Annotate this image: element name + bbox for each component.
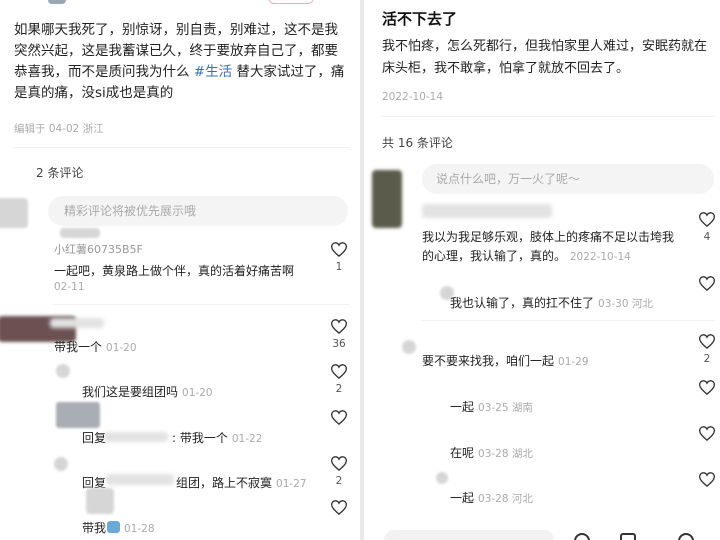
comment-text[interactable]: 一起吧，黄泉路上做个伴，真的活着好痛苦啊: [54, 262, 294, 279]
like-heart-icon[interactable]: [699, 426, 715, 441]
divider: [54, 304, 350, 305]
reply-date: 01-20: [182, 387, 213, 399]
reply-text-content: 我们这是要组团吗: [82, 385, 179, 399]
reply-date: 03-25 湖南: [478, 402, 533, 414]
blurred-overlay: [60, 228, 100, 238]
like-heart-icon[interactable]: [331, 242, 347, 257]
like-count: 2: [703, 353, 711, 365]
reply-prefix: 回复: [82, 431, 107, 445]
reply-avatar: [54, 457, 68, 471]
reply-text-content: 一起: [450, 491, 475, 505]
reply-text[interactable]: 回复 组团，路上不寂寞 01-27: [82, 474, 307, 491]
divider: [422, 320, 714, 321]
reply-text[interactable]: 一起 03-28 河北: [450, 489, 533, 506]
post-body: 如果哪天我死了，别惊讶，别自责，别难过，这不是我突然兴起，这是我蓄谋已久，终于要…: [14, 20, 350, 104]
right-post-screenshot: 活不下去了 我不怕疼，怎么死都行，但我怕家里人难过，安眠药就在床头柜，我不敢拿，…: [364, 0, 720, 540]
like-icon[interactable]: [574, 533, 590, 540]
like-heart-icon[interactable]: [699, 380, 715, 395]
like-heart-icon[interactable]: [331, 500, 347, 515]
reply-text[interactable]: 一起 03-25 湖南: [450, 398, 533, 415]
reply-date: 01-28: [124, 523, 155, 535]
comment-date: 2022-10-14: [569, 251, 631, 263]
reply-text-content: 组团，路上不寂寞: [176, 476, 273, 490]
comment-date: 01-29: [558, 356, 589, 368]
comment-text[interactable]: 要不要来找我，咱们一起 01-29: [422, 352, 589, 369]
like-count: 4: [703, 231, 711, 243]
like-count: 2: [335, 475, 343, 487]
edit-info: 编辑于 04-02 浙江: [14, 123, 104, 135]
bottom-input-bar[interactable]: [384, 530, 554, 540]
like-heart-icon[interactable]: [699, 472, 715, 487]
reply-text[interactable]: 我们这是要组团吗 01-20: [82, 383, 213, 400]
comment-text-content: 我以为我足够乐观，肢体上的疼痛不足以击垮我的心理，我认输了，真的。: [422, 230, 675, 263]
reply-text[interactable]: 回复 : 带我一个 01-22: [82, 429, 262, 446]
reply-avatar: [56, 364, 70, 378]
reply-text[interactable]: 带我 01-28: [82, 519, 155, 536]
comment-username[interactable]: 小红薯60735B5F: [54, 241, 143, 257]
comment-text[interactable]: 带我一个 01-20: [54, 338, 137, 355]
comment-text-content: 带我一个: [54, 340, 103, 354]
reply-text-content: : 带我一个: [172, 431, 228, 445]
comment-text-content: 要不要来找我，咱们一起: [422, 354, 555, 368]
like-count: 2: [335, 383, 343, 395]
comment-date: 02-11: [54, 281, 85, 293]
comment-text[interactable]: 我以为我足够乐观，肢体上的疼痛不足以击垮我的心理，我认输了，真的。 2022-1…: [422, 228, 678, 267]
like-heart-icon[interactable]: [699, 276, 715, 291]
current-user-avatar: [0, 198, 28, 228]
blurred-reply-avatar: [56, 402, 100, 428]
like-heart-icon[interactable]: [331, 456, 347, 471]
comment-date: 01-20: [106, 342, 137, 354]
divider: [382, 116, 714, 117]
blurred-avatar: [372, 170, 402, 228]
reply-text[interactable]: 我也认输了，真的扛不住了 03-30 河北: [450, 294, 653, 311]
comment-count: 共 16 条评论: [382, 136, 453, 150]
post-title: 活不下去了: [382, 10, 458, 28]
post-text: 我不怕疼，怎么死都行，但我怕家里人难过，安眠药就在床头柜，我不敢拿，怕拿了就放不…: [382, 39, 708, 76]
like-heart-icon[interactable]: [699, 334, 715, 349]
comment-avatar: [402, 340, 416, 354]
reply-text-content: 在呢: [450, 446, 475, 460]
comment-input[interactable]: 精彩评论将被优先展示哦: [48, 196, 348, 226]
comment-input[interactable]: 说点什么吧，万一火了呢～: [422, 164, 714, 194]
reply-text[interactable]: 在呢 03-28 湖北: [450, 444, 533, 461]
reply-text-content: 带我: [82, 521, 107, 535]
reply-date: 03-28 湖北: [478, 448, 533, 460]
blurred-reply-avatar: [86, 488, 114, 514]
like-heart-icon[interactable]: [699, 212, 715, 227]
like-heart-icon[interactable]: [331, 319, 347, 334]
avatar[interactable]: [48, 0, 66, 4]
reply-avatar: [436, 472, 448, 484]
blurred-username: [422, 204, 552, 218]
blurred-username: [50, 318, 104, 328]
reply-date: 01-22: [231, 433, 263, 445]
collect-icon[interactable]: [620, 533, 636, 540]
like-heart-icon[interactable]: [331, 410, 347, 425]
comment-text-content: 一起吧，黄泉路上做个伴，真的活着好痛苦啊: [54, 264, 295, 278]
hashtag-link[interactable]: #生活: [194, 64, 232, 80]
emoji-icon: [107, 521, 121, 533]
reply-text-content: 一起: [450, 400, 475, 414]
like-count: 36: [332, 338, 346, 350]
like-count: 1: [335, 261, 343, 273]
divider: [14, 147, 350, 148]
reply-date: 03-30 河北: [598, 298, 653, 310]
reply-date: 03-28 河北: [478, 493, 533, 505]
post-date: 2022-10-14: [382, 91, 444, 103]
comment-icon[interactable]: [678, 533, 694, 540]
follow-button[interactable]: [268, 0, 314, 4]
reply-date: 01-27: [276, 478, 307, 490]
like-heart-icon[interactable]: [331, 364, 347, 379]
left-post-screenshot: 如果哪天我死了，别惊讶，别自责，别难过，这不是我突然兴起，这是我蓄谋已久，终于要…: [0, 0, 360, 540]
reply-text-content: 我也认输了，真的扛不住了: [450, 296, 595, 310]
comment-count: 2 条评论: [36, 166, 84, 180]
